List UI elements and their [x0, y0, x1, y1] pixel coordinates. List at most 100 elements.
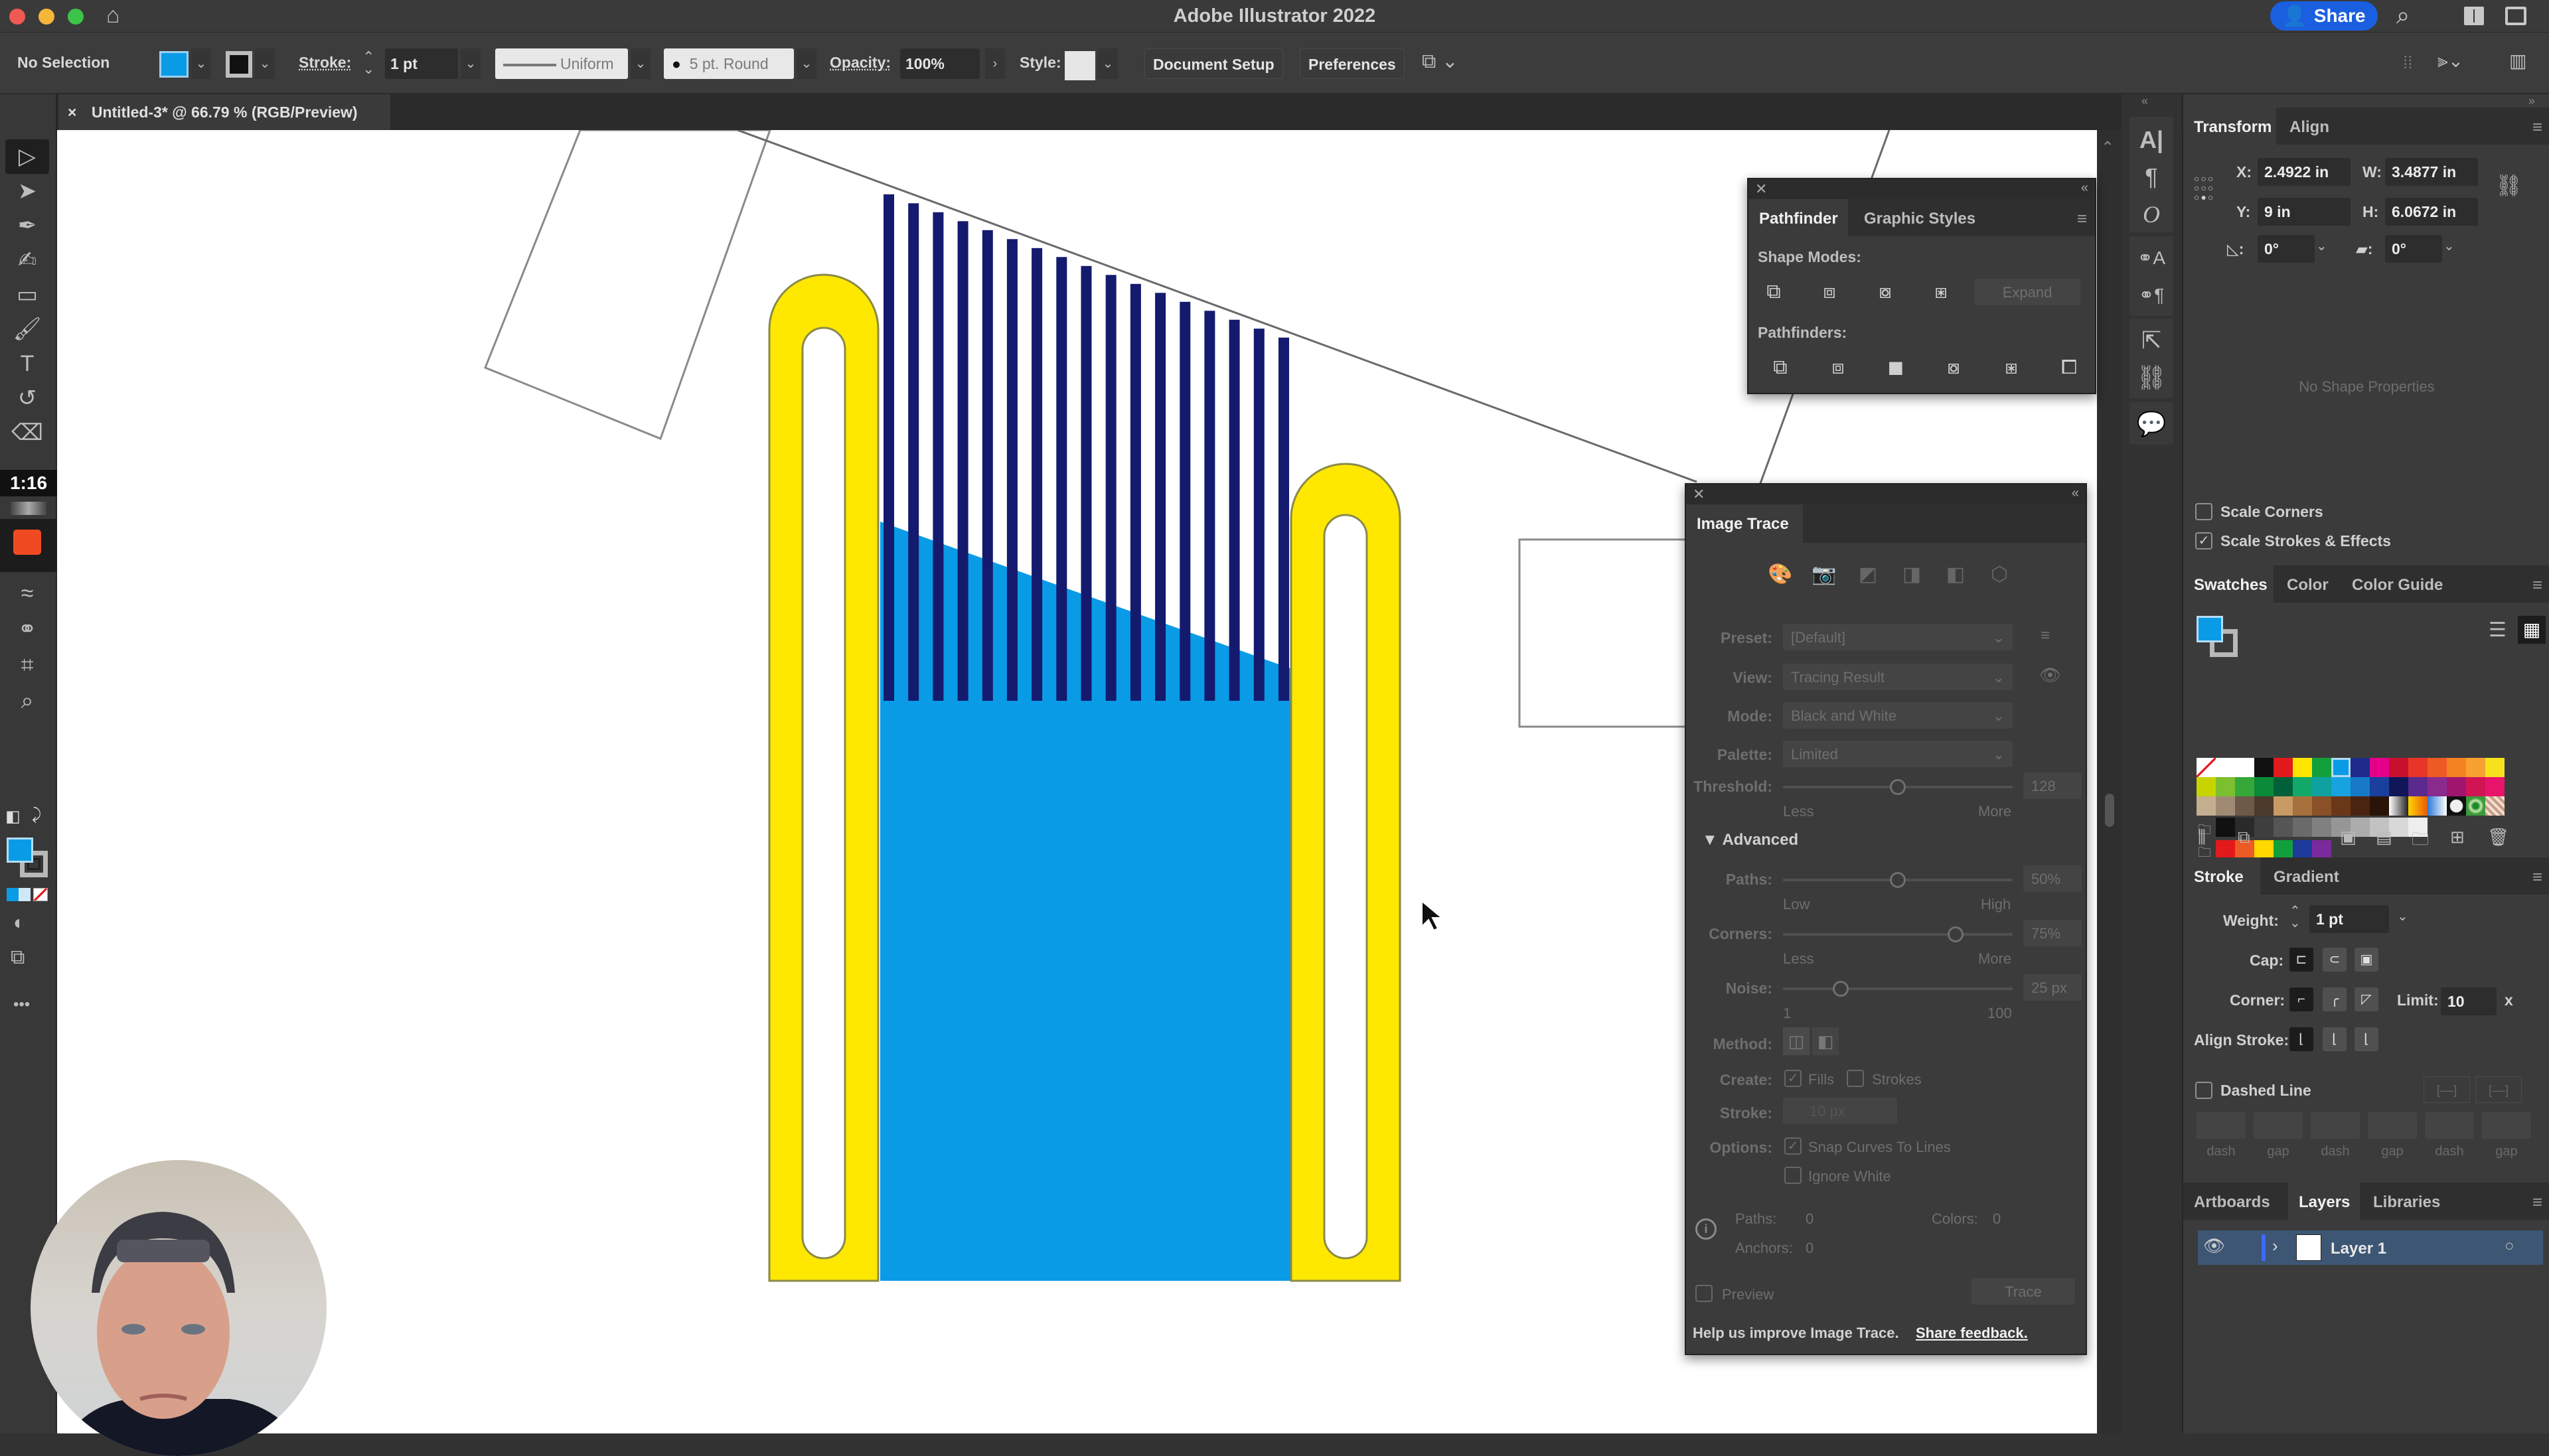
h-field[interactable]: 6.0672 in	[2385, 198, 2478, 226]
swatch[interactable]	[2408, 758, 2428, 777]
search-icon[interactable]: ⌕	[2396, 1, 2410, 30]
navy-stripe[interactable]	[1006, 239, 1018, 701]
paintbrush-tool[interactable]: 🖌	[5, 312, 49, 346]
artboard-tool[interactable]: ⌗	[5, 648, 49, 682]
dash-field[interactable]	[2425, 1112, 2474, 1139]
dash-field[interactable]	[2197, 1112, 2246, 1139]
opacity-field[interactable]: 100%	[900, 48, 980, 79]
bevel-join-button[interactable]: ◸	[2355, 987, 2378, 1011]
abutting-method-button[interactable]: ◫	[1783, 1027, 1810, 1055]
swatch[interactable]	[2331, 758, 2351, 777]
navy-stripe[interactable]	[1155, 293, 1166, 701]
stroke-swatch[interactable]	[226, 51, 252, 78]
weight-stepper[interactable]: ⌃ ⌄	[2289, 905, 2301, 930]
swatch[interactable]	[2216, 796, 2235, 816]
minus-back-icon[interactable]: ⧠	[2056, 354, 2082, 381]
style-swatch[interactable]	[1065, 51, 1095, 80]
swatch[interactable]	[2408, 777, 2428, 796]
grayscale-icon[interactable]: ◨	[1898, 561, 1925, 588]
delete-swatch-icon[interactable]: 🗑	[2487, 827, 2509, 847]
swatch[interactable]	[2447, 796, 2466, 816]
swatch[interactable]	[2312, 818, 2331, 837]
tab-pathfinder[interactable]: Pathfinder	[1748, 199, 1848, 236]
panel-menu-icon[interactable]: ≡	[2532, 117, 2542, 137]
tab-color[interactable]: Color	[2276, 565, 2339, 603]
navy-stripe[interactable]	[1253, 328, 1265, 701]
auto-color-icon[interactable]: 🎨	[1767, 561, 1794, 588]
swatch[interactable]	[2254, 796, 2274, 816]
shear-dropdown[interactable]: ⌄	[2443, 238, 2455, 254]
tab-transform[interactable]: Transform	[2183, 108, 2276, 145]
stroke-label[interactable]: Stroke:	[299, 54, 351, 72]
swatch[interactable]	[2293, 758, 2312, 777]
stroke-weight-dropdown[interactable]: ⌄	[461, 48, 481, 79]
swatch[interactable]	[2254, 818, 2274, 837]
swatch[interactable]	[2197, 777, 2216, 796]
swatch[interactable]	[2389, 758, 2408, 777]
swatch[interactable]	[2312, 840, 2331, 859]
style-dropdown[interactable]: ⌄	[1098, 48, 1118, 79]
corners-slider[interactable]	[1783, 933, 2013, 936]
collapse-panel-icon[interactable]: «	[2072, 486, 2079, 501]
navy-stripe[interactable]	[1081, 265, 1092, 701]
navy-stripe[interactable]	[1204, 311, 1215, 701]
swatch[interactable]	[2331, 796, 2351, 816]
navy-stripe[interactable]	[884, 194, 894, 701]
round-cap-button[interactable]: ⊂	[2323, 948, 2347, 972]
align-outside-button[interactable]: ⌊	[2355, 1027, 2378, 1051]
mode-dropdown[interactable]: Black and White ⌄	[1783, 702, 2013, 729]
preferences-button[interactable]: Preferences	[1300, 48, 1405, 79]
weight-field[interactable]: 1 pt	[2309, 905, 2389, 933]
preset-dropdown[interactable]: [Default] ⌄	[1783, 624, 2013, 650]
round-join-button[interactable]: ╭	[2323, 987, 2347, 1011]
navy-stripe[interactable]	[1105, 275, 1117, 701]
fills-checkbox[interactable]: ✓	[1784, 1070, 1802, 1087]
swatch-libraries-icon[interactable]: ⫼	[2198, 827, 2206, 848]
gap-field[interactable]	[2254, 1112, 2303, 1139]
swatch[interactable]	[2216, 818, 2235, 837]
align-center-button[interactable]: ⌊	[2289, 1027, 2313, 1051]
swatch[interactable]	[2351, 777, 2370, 796]
preview-checkbox[interactable]	[1695, 1285, 1713, 1302]
swatch[interactable]	[2428, 796, 2447, 816]
profile-dropdown[interactable]: ⌄	[631, 48, 651, 79]
swatch[interactable]	[2274, 777, 2293, 796]
swatch[interactable]	[2389, 796, 2408, 816]
opacity-arrow[interactable]: ›	[985, 48, 1005, 79]
stroke-stepper[interactable]: ⌃ ⌄	[362, 50, 374, 76]
rectangle-tool[interactable]: ▭	[5, 277, 49, 312]
brush-dropdown[interactable]: ⌄	[797, 48, 816, 79]
curvature-tool[interactable]: ✍	[5, 243, 49, 277]
projecting-cap-button[interactable]: ▣	[2355, 948, 2378, 972]
swatch[interactable]	[2293, 840, 2312, 859]
collapse-panel-icon[interactable]: «	[2081, 181, 2088, 196]
tab-artboards[interactable]: Artboards	[2183, 1183, 2285, 1220]
rotate-dropdown[interactable]: ⌄	[2316, 238, 2327, 254]
swatch[interactable]	[2254, 840, 2274, 859]
document-tab[interactable]: × Untitled-3* @ 66.79 % (RGB/Preview)	[58, 94, 390, 130]
noise-value[interactable]: 25 px	[2023, 974, 2082, 1001]
navy-stripe[interactable]	[1032, 248, 1043, 701]
navy-stripe[interactable]	[1180, 301, 1191, 701]
swatch[interactable]	[2274, 796, 2293, 816]
intersect-icon[interactable]: ⧇	[1872, 279, 1898, 305]
document-setup-button[interactable]: Document Setup	[1144, 48, 1283, 79]
tab-stroke[interactable]: Stroke	[2183, 857, 2260, 895]
paths-slider-knob[interactable]	[1890, 872, 1906, 888]
miter-join-button[interactable]: ⌐	[2289, 987, 2313, 1011]
swatch[interactable]	[2216, 777, 2235, 796]
swatch[interactable]	[2274, 840, 2293, 859]
rotated-rectangle-outline[interactable]	[484, 130, 771, 440]
swatch[interactable]	[2485, 796, 2505, 816]
panel-menu-icon[interactable]: ≡	[2532, 867, 2542, 887]
swatch[interactable]	[2466, 796, 2485, 816]
ignore-white-checkbox[interactable]	[1784, 1167, 1802, 1184]
direct-selection-tool[interactable]: ➤	[5, 174, 49, 208]
stroke-width-field[interactable]: 10 px	[1783, 1098, 1897, 1124]
butt-cap-button[interactable]: ⊏	[2289, 948, 2313, 972]
navy-stripe[interactable]	[1278, 337, 1289, 701]
tab-swatches[interactable]: Swatches	[2183, 565, 2274, 603]
corners-value[interactable]: 75%	[2023, 920, 2082, 946]
layer-name[interactable]: Layer 1	[2331, 1240, 2386, 1258]
trim-icon[interactable]: ⧈	[1825, 354, 1851, 381]
